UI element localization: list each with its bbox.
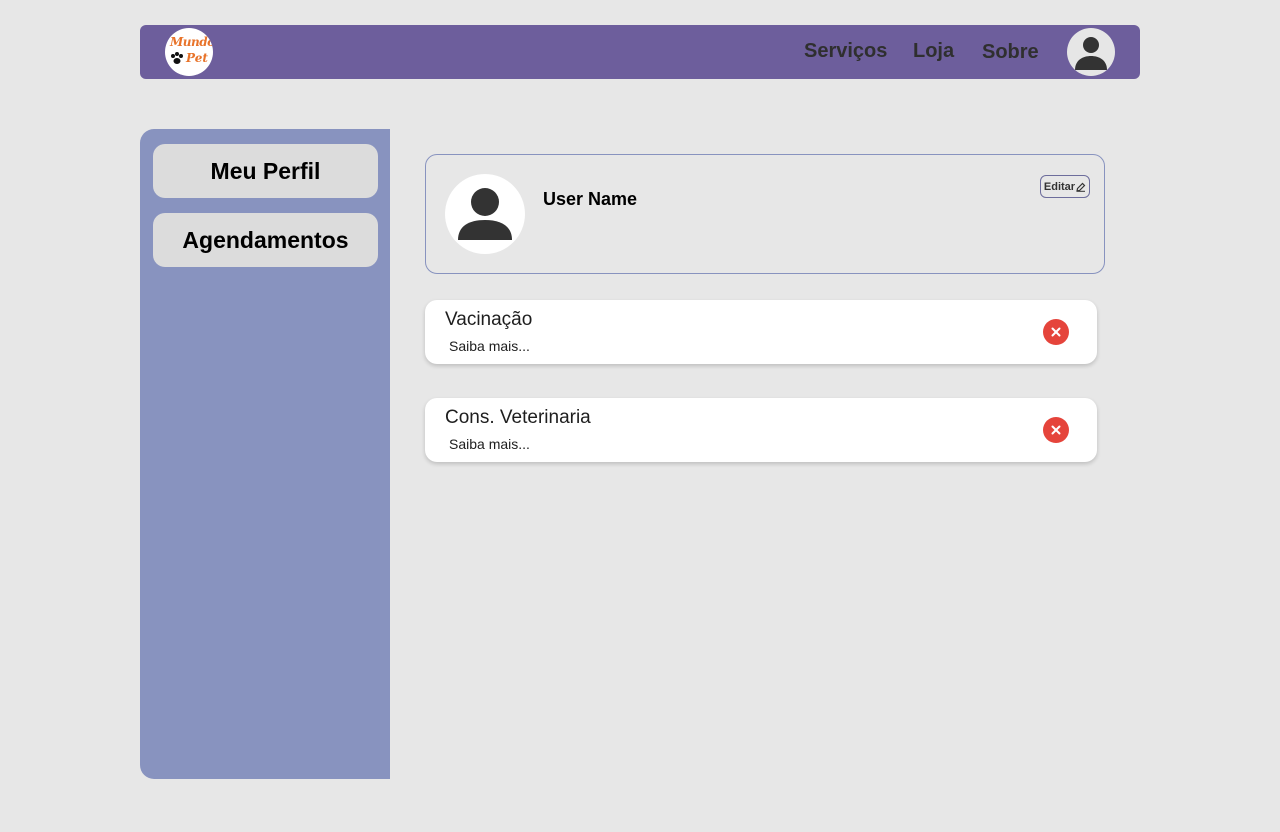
- saiba-mais-link[interactable]: Saiba mais...: [449, 338, 530, 354]
- appointment-title: Cons. Veterinaria: [445, 407, 591, 428]
- sidebar: Meu Perfil Agendamentos: [140, 129, 390, 779]
- sidebar-item-agendamentos[interactable]: Agendamentos: [153, 213, 378, 267]
- close-icon: [1051, 327, 1061, 337]
- delete-appointment-button[interactable]: [1043, 417, 1069, 443]
- top-navbar: Mundo Pet Serviços Loja Sobre: [140, 25, 1140, 79]
- nav-link-servicos[interactable]: Serviços: [804, 40, 887, 63]
- saiba-mais-link[interactable]: Saiba mais...: [449, 436, 530, 452]
- user-avatar-icon: [1075, 37, 1107, 70]
- pencil-icon: [1076, 182, 1086, 192]
- user-avatar-icon: [458, 188, 512, 240]
- paw-print-icon: [171, 52, 183, 64]
- user-name: User Name: [543, 189, 638, 209]
- edit-button-label: Editar: [1043, 180, 1076, 193]
- edit-profile-button[interactable]: Editar: [1040, 175, 1090, 198]
- logo-text-pet: Pet: [186, 51, 208, 65]
- appointment-card: Vacinação Saiba mais...: [425, 300, 1097, 364]
- appointment-title: Vacinação: [445, 309, 533, 330]
- appointment-card: Cons. Veterinaria Saiba mais...: [425, 398, 1097, 462]
- close-icon: [1051, 425, 1061, 435]
- delete-appointment-button[interactable]: [1043, 319, 1069, 345]
- nav-link-sobre[interactable]: Sobre: [982, 41, 1039, 64]
- nav-link-loja[interactable]: Loja: [913, 40, 954, 63]
- mundo-pet-logo[interactable]: Mundo Pet: [165, 28, 213, 76]
- profile-avatar: [445, 174, 525, 254]
- profile-card: User Name Editar: [425, 154, 1105, 274]
- user-avatar-button[interactable]: [1067, 28, 1115, 76]
- logo-text-mundo: Mundo: [170, 35, 213, 49]
- sidebar-item-meu-perfil[interactable]: Meu Perfil: [153, 144, 378, 198]
